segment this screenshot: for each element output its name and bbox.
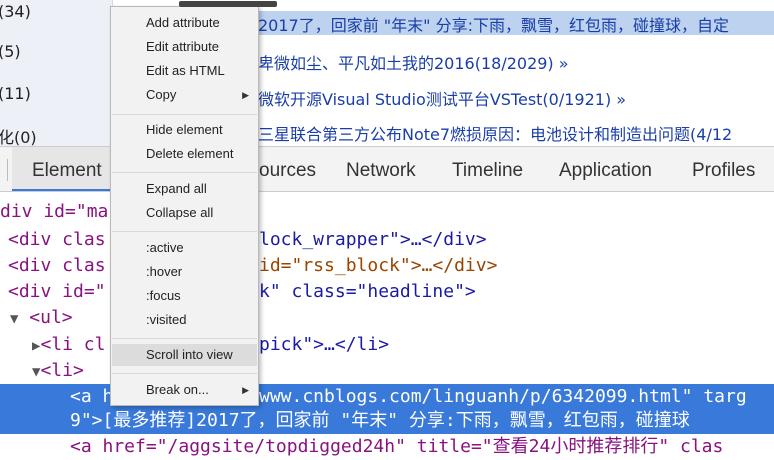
menu-item-copy[interactable]: Copy ▶: [112, 84, 257, 106]
menu-item-scroll-into-view[interactable]: Scroll into view: [112, 344, 257, 366]
menu-item-add-attribute[interactable]: Add attribute: [112, 12, 257, 34]
dom-node[interactable]: <div id=": [8, 280, 106, 304]
dom-node[interactable]: ▼<li>: [32, 359, 84, 384]
tab-sources[interactable]: ources: [259, 160, 316, 182]
dom-node-text: <div clas: [8, 255, 106, 276]
menu-item-label: Hide element: [146, 122, 223, 137]
menu-item-collapse-all[interactable]: Collapse all: [112, 202, 257, 224]
submenu-arrow-icon: ▶: [242, 90, 249, 100]
menu-item-hide-element[interactable]: Hide element: [112, 119, 257, 141]
dom-node[interactable]: pick">…</li>: [259, 333, 389, 357]
dom-node-text: <a h: [70, 386, 114, 407]
menu-item-label: Add attribute: [146, 15, 220, 30]
dom-node[interactable]: id="rss_block">…</div>: [259, 254, 497, 278]
tooltip-edge: [179, 1, 277, 7]
dom-node[interactable]: <a href="/aggsite/topdigged24h" title="查…: [70, 435, 723, 459]
dom-node-text: k" class="headline">: [259, 281, 476, 302]
dom-node[interactable]: lock_wrapper">…</div>: [259, 228, 487, 252]
menu-item-break-on[interactable]: Break on... ▶: [112, 379, 257, 401]
dom-node-text: div id="ma: [0, 201, 109, 222]
tab-timeline[interactable]: Timeline: [452, 160, 523, 182]
dom-node-text: www.cnblogs.com/linguanh/p/6342099.html"…: [259, 386, 747, 407]
dom-node-text: <li>: [40, 360, 84, 381]
dom-node-text: <li cl: [40, 334, 106, 355]
menu-item-label: Edit attribute: [146, 39, 219, 54]
menu-item-label: Edit as HTML: [146, 63, 225, 78]
menu-item-focus[interactable]: :focus: [112, 285, 257, 307]
menu-item-label: :hover: [146, 264, 183, 279]
menu-separator: [112, 114, 257, 115]
selected-headline-text: 2017了，回家前 "年末" 分享:下雨，飘雪，红包雨，碰撞球，自定: [258, 16, 730, 35]
menu-item-label: Scroll into view: [146, 347, 233, 362]
dom-node-text: 9">[最多推荐]2017了，回家前 "年末" 分享:下雨，飘雪，红包雨，碰撞球: [70, 410, 690, 431]
menu-item-hover[interactable]: :hover: [112, 261, 257, 283]
context-menu: Add attribute Edit attribute Edit as HTM…: [110, 1, 277, 406]
dom-node-text: pick">…</li>: [259, 334, 390, 355]
tab-network[interactable]: Network: [346, 160, 416, 182]
dom-node-text: <div clas: [8, 229, 106, 250]
menu-separator: [112, 231, 257, 232]
dom-node-text: <div id=": [8, 281, 106, 302]
menu-item-label: :active: [146, 240, 184, 255]
menu-item-visited[interactable]: :visited: [112, 309, 257, 331]
dom-node-text: id="rss_block">…</div>: [259, 255, 498, 276]
menu-item-edit-attribute[interactable]: Edit attribute: [112, 36, 257, 58]
dom-node[interactable]: ▶<li cl: [32, 333, 105, 358]
menu-separator: [112, 373, 257, 374]
menu-item-label: :visited: [146, 312, 187, 327]
category-item[interactable]: (11): [0, 84, 31, 103]
dom-node-text: <a href="/aggsite/topdigged24h" title="查…: [70, 436, 724, 457]
menu-item-active[interactable]: :active: [112, 237, 257, 259]
article-link[interactable]: 三星联合第三方公布Note7燃损原因：电池设计和制造出问题(4/12: [258, 121, 732, 145]
menu-item-label: :focus: [146, 288, 181, 303]
menu-item-label: Break on...: [146, 382, 209, 397]
menu-item-delete-element[interactable]: Delete element: [112, 143, 257, 165]
category-item[interactable]: (5): [0, 42, 21, 61]
submenu-arrow-icon: ▶: [242, 385, 249, 395]
category-list: (34) (5) (11) 化(0): [0, 0, 113, 146]
dom-node[interactable]: div id="ma: [0, 200, 108, 224]
menu-separator: [112, 338, 257, 339]
dom-node[interactable]: <div clas: [8, 228, 106, 252]
selected-headline[interactable]: 2017了，回家前 "年末" 分享:下雨，飘雪，红包雨，碰撞球，自定: [258, 11, 774, 35]
dom-node[interactable]: ▼ <ul>: [10, 306, 73, 331]
menu-item-label: Expand all: [146, 181, 207, 196]
article-link[interactable]: 卑微如尘、平凡如土我的2016(18/2029) »: [258, 50, 569, 74]
menu-item-edit-as-html[interactable]: Edit as HTML: [112, 60, 257, 82]
dom-node[interactable]: k" class="headline">: [259, 280, 476, 304]
collapse-arrow-icon[interactable]: ▼: [10, 311, 18, 327]
tab-divider: [7, 159, 8, 181]
article-link[interactable]: 微软开源Visual Studio测试平台VSTest(0/1921) »: [258, 86, 626, 110]
menu-item-label: Delete element: [146, 146, 234, 161]
menu-item-label: Collapse all: [146, 205, 214, 220]
category-item[interactable]: (34): [0, 2, 31, 21]
dom-node-text: lock_wrapper">…</div>: [259, 229, 487, 250]
menu-item-label: Copy: [146, 87, 177, 102]
tab-elements[interactable]: Element: [12, 147, 110, 191]
menu-separator: [112, 172, 257, 173]
tab-profiles[interactable]: Profiles: [692, 160, 755, 182]
dom-node-text: <ul>: [29, 307, 73, 328]
dom-node[interactable]: <div clas: [8, 254, 106, 278]
menu-item-expand-all[interactable]: Expand all: [112, 178, 257, 200]
tab-application[interactable]: Application: [559, 160, 652, 182]
category-item[interactable]: 化(0): [0, 124, 37, 146]
